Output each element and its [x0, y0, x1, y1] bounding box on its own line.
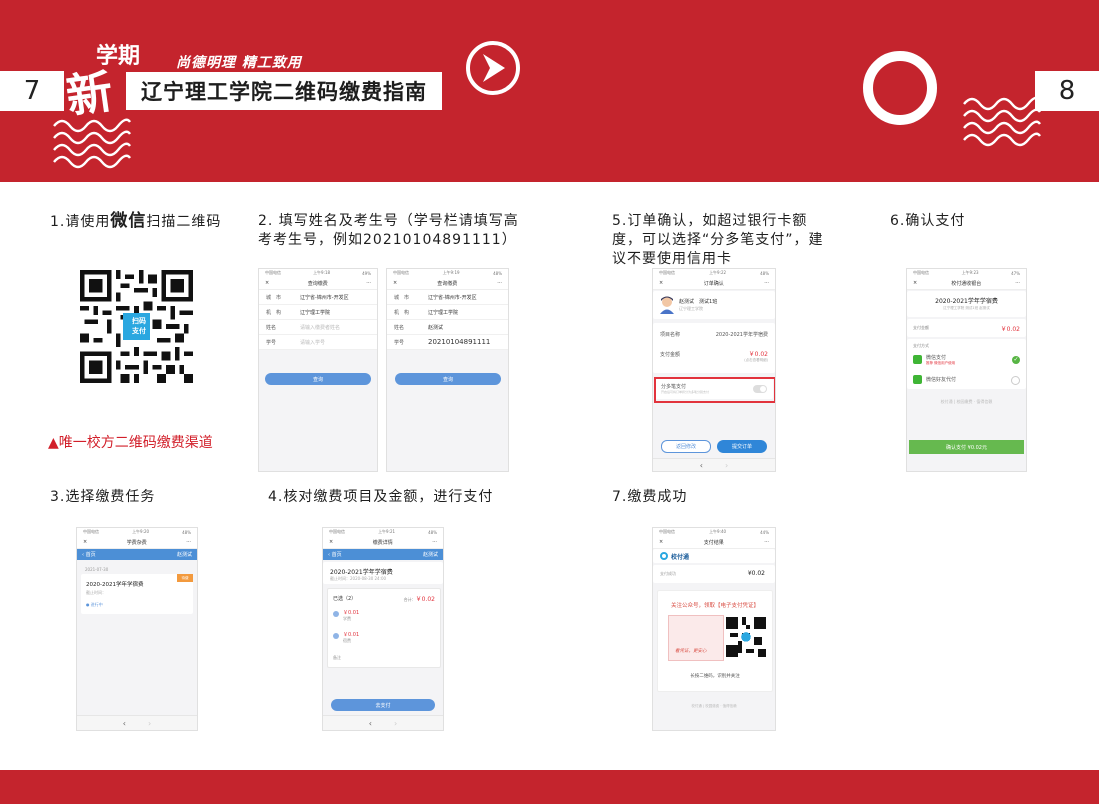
- user-name: 赵测试: [176, 552, 192, 558]
- institution-field[interactable]: 机 构辽宁理工学院: [387, 305, 508, 320]
- wechat-qr-code: [726, 617, 766, 657]
- next-arrow-icon: [466, 41, 520, 95]
- official-channel-note: ▲唯一校方二维码缴费渠道: [48, 435, 213, 451]
- close-icon[interactable]: ×: [913, 280, 917, 286]
- amount-row: 支付金额 ￥0.02: [907, 319, 1026, 337]
- phone-pay-success: 中国电信 上午9:40 44% × 支付结果 ··· 校付通 支付成功 ¥0.02 关注…: [652, 527, 776, 731]
- cashier-footer: 校付通 | 校园缴费 · 值得信赖: [940, 399, 993, 404]
- fee-task-card[interactable]: 2020-2021学年学宿费 截止时间： ● 进行中 待缴: [81, 574, 193, 614]
- item-check-icon[interactable]: [333, 633, 339, 639]
- student-id-field[interactable]: 学号 20210104891111: [387, 335, 508, 350]
- institution-field[interactable]: 机 构辽宁理工学院: [259, 305, 377, 320]
- phone-fee-detail: 中国电信 上午9:21 48% × 缴费详情 ··· ‹ 首页 赵测试 2020-2021…: [322, 527, 444, 731]
- go-pay-button[interactable]: 去支付: [331, 699, 435, 711]
- step-3-text: 3.选择缴费任务: [50, 489, 156, 505]
- avatar: [660, 296, 674, 314]
- slogan: 尚德明理 精工致用: [176, 55, 302, 71]
- footer-band: [0, 770, 1099, 804]
- close-icon[interactable]: ×: [265, 280, 269, 286]
- more-icon[interactable]: ···: [1015, 280, 1020, 286]
- step-5-text: 5.订单确认，如超过银行卡额度，可以选择“分多笔支付”，建议不要使用信用卡: [612, 213, 824, 267]
- back-icon[interactable]: ‹: [123, 719, 126, 728]
- name-field[interactable]: 姓名 请输入缴费者姓名: [259, 320, 377, 335]
- payment-methods: 支付方式 微信支付 推荐 微信用户使用 ✓ 微信好友代付: [907, 339, 1026, 389]
- back-icon[interactable]: ‹: [369, 719, 372, 728]
- user-card: 赵测试 测试1班 辽宁理工学院: [653, 291, 775, 319]
- forward-icon[interactable]: ›: [394, 719, 397, 728]
- query-button[interactable]: 查询: [265, 373, 371, 385]
- student-id-field[interactable]: 学号 请输入学号: [259, 335, 377, 350]
- promo-card: 关注公众号，领取【电子支付凭证】 看凭证，更安心 长按二维码，识别并关注: [657, 590, 773, 692]
- item-check-icon[interactable]: [333, 611, 339, 617]
- item-summary: 2020-2021学年学宿费 辽宁理工学院 测试1班 赵测试: [907, 291, 1026, 317]
- close-icon[interactable]: ×: [659, 539, 663, 545]
- confirm-pay-button[interactable]: 确认支付 ¥0.02元: [909, 440, 1024, 454]
- query-button[interactable]: 查询: [395, 373, 501, 385]
- close-icon[interactable]: ×: [329, 539, 333, 545]
- close-icon[interactable]: ×: [393, 280, 397, 286]
- city-field[interactable]: 城 市辽宁省-锦州市-开发区: [387, 290, 508, 305]
- home-link[interactable]: ‹ 首页: [82, 551, 96, 558]
- brand-bar: 校付通: [653, 549, 775, 563]
- item-header: 2020-2021学年学宿费 截止时间：2020-08-30 24:00: [323, 562, 443, 584]
- more-icon[interactable]: ···: [366, 280, 371, 286]
- step-1-text: 1.请使用微信扫描二维码: [50, 211, 222, 231]
- wechat-friend-pay-icon: [913, 375, 922, 384]
- close-icon[interactable]: ×: [659, 280, 663, 286]
- page-title: 辽宁理工学院二维码缴费指南: [126, 72, 442, 110]
- user-name: 赵测试: [422, 552, 438, 558]
- step-6-text: 6.确认支付: [890, 213, 966, 229]
- wave-decoration-right-icon: [963, 96, 1041, 147]
- step-2-text: 2. 填写姓名及考生号（学号栏请填写高考考生号，例如20210104891111…: [258, 213, 519, 248]
- city-field[interactable]: 城 市辽宁省-锦州市-开发区: [259, 290, 377, 305]
- page-number-left: 7: [0, 71, 64, 111]
- submit-order-button[interactable]: 提交订单: [717, 440, 767, 453]
- qr-center-badge: 扫码 支付: [132, 317, 146, 335]
- forward-icon[interactable]: ›: [725, 461, 728, 470]
- page-number-right: 8: [1035, 71, 1099, 111]
- home-link[interactable]: ‹ 首页: [328, 551, 342, 558]
- more-icon[interactable]: ···: [764, 539, 769, 545]
- wechat-pay-icon: [913, 355, 922, 364]
- more-icon[interactable]: ···: [186, 539, 191, 545]
- more-icon[interactable]: ···: [764, 280, 769, 286]
- status-badge: 待缴: [177, 574, 193, 582]
- order-detail-card: 项目名称 2020-2021学年学宿费 支付金额 ￥0.02 (点击查看明细): [653, 323, 775, 373]
- back-icon[interactable]: ‹: [700, 461, 703, 470]
- name-field[interactable]: 姓名 赵测试: [387, 320, 508, 335]
- task-status: ● 进行中: [86, 602, 103, 607]
- selected-check-icon[interactable]: ✓: [1012, 356, 1020, 364]
- phone-order-confirm: 中国电信 上午9:22 48% × 订单确认 ··· 赵测试 测试1班 辽宁理工学院 项…: [652, 268, 776, 472]
- fee-items-card: 已选（2） 合计：￥0.02 ￥0.01 学费 ￥0.01 宿费 备注: [327, 588, 441, 668]
- step-7-text: 7.缴费成功: [612, 489, 688, 505]
- result-row: 支付成功 ¥0.02: [653, 565, 775, 583]
- phone-cashier: 中国电信 上午9:23 47% × 校付通收银台 ··· 2020-2021学年学宿费 …: [906, 268, 1027, 472]
- phone-query-filled: 中国电信 上午9:19 48% × 查询缴费 ··· 城 市辽宁省-锦州市-开发区 机 …: [386, 268, 509, 472]
- unselected-radio-icon[interactable]: [1011, 376, 1020, 385]
- phone-query-empty: 中国电信 上午9:18 49% × 查询缴费 ··· 城 市辽宁省-锦州市-开发区 机 …: [258, 268, 378, 472]
- more-icon[interactable]: ···: [432, 539, 437, 545]
- edit-order-button[interactable]: 返回修改: [661, 440, 711, 453]
- highlight-frame: [654, 377, 775, 403]
- wave-decoration-left-icon: [53, 118, 131, 169]
- receipt-image: 看凭证，更安心: [668, 615, 724, 661]
- brand-logo-icon: [660, 552, 668, 560]
- forward-icon[interactable]: ›: [148, 719, 151, 728]
- close-icon[interactable]: ×: [83, 539, 87, 545]
- more-icon[interactable]: ···: [497, 280, 502, 286]
- ring-decoration-icon: [863, 51, 937, 125]
- step-4-text: 4.核对缴费项目及金额，进行支付: [268, 489, 494, 505]
- phone-fee-tasks: 中国电信 上午9:20 48% × 学费杂费 ··· ‹ 首页 赵测试 2021-07-3…: [76, 527, 198, 731]
